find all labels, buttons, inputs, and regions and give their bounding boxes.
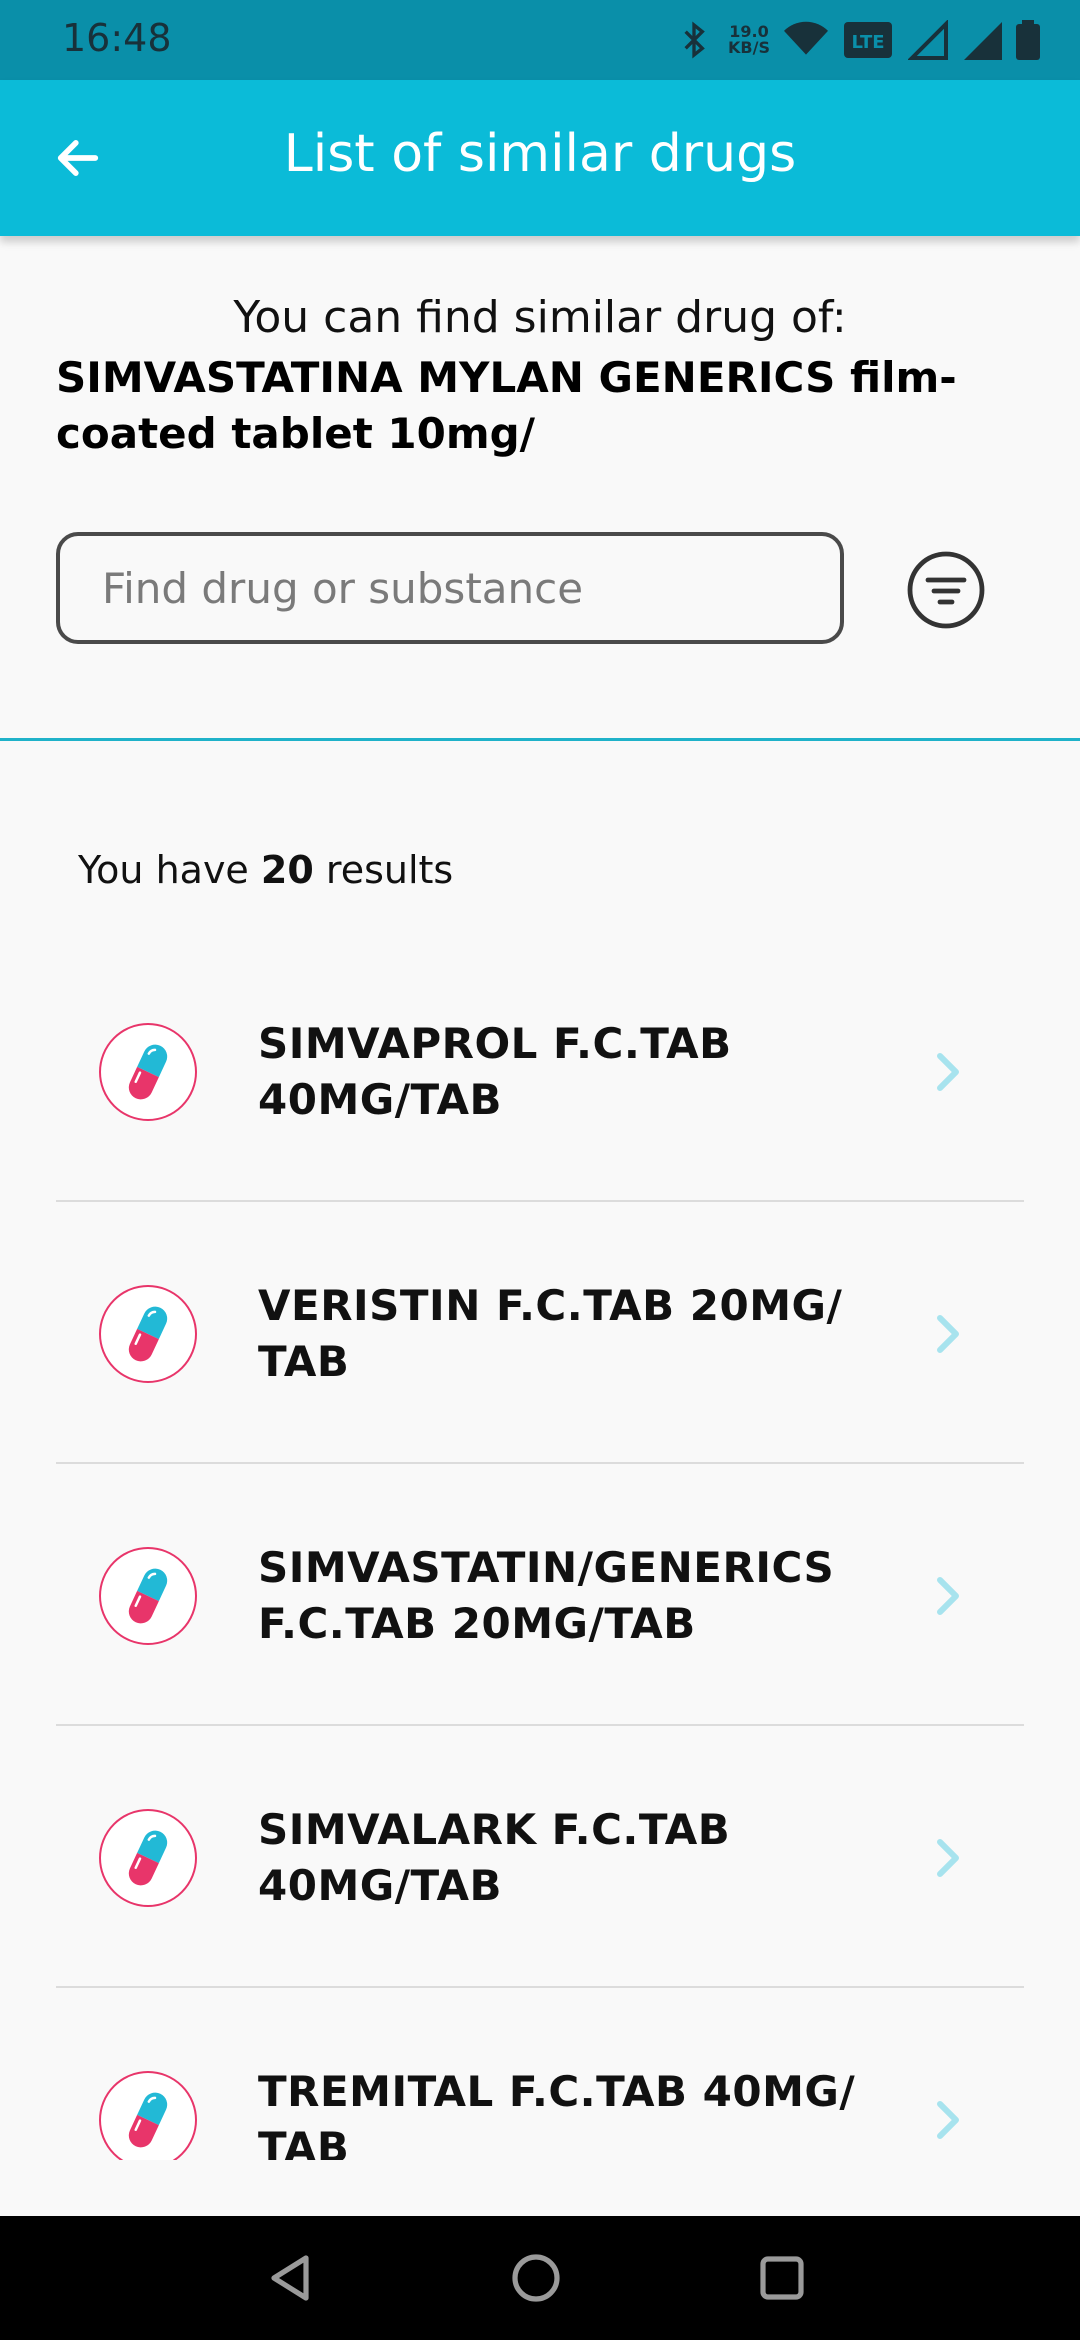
chevron-right-icon [937,1053,959,1091]
bluetooth-icon [674,20,714,60]
search-input[interactable] [100,562,804,614]
network-speed: 19.0 KB/S [728,24,770,56]
list-item[interactable]: VERISTIN F.C.TAB 20MG/ TAB [56,1202,1024,1464]
chevron-right-icon [937,1315,959,1353]
filter-icon [907,551,985,629]
volte-icon: LTE [842,20,894,60]
signal-icon [962,20,1002,60]
chevron-right-icon [937,2101,959,2139]
pill-icon [99,1809,197,1907]
filter-button[interactable] [906,550,986,630]
drug-name: TREMITAL F.C.TAB 40MG/ TAB [258,2067,856,2160]
reference-drug-name: SIMVASTATINA MYLAN GENERICS film-coated … [56,353,957,458]
chevron-right-icon [937,1577,959,1615]
back-triangle-icon [271,2255,309,2301]
drug-name: SIMVASTATIN/GENERICS F.C.TAB 20MG/TAB [258,1543,835,1648]
nav-recents-button[interactable] [750,2246,814,2310]
list-item[interactable]: SIMVASTATIN/GENERICS F.C.TAB 20MG/TAB [56,1464,1024,1726]
results-count: You have 20 results [78,848,453,892]
drug-name: VERISTIN F.C.TAB 20MG/ TAB [258,1281,843,1386]
pill-icon [99,2071,197,2160]
system-nav-bar [0,2216,1080,2340]
pill-icon [99,1547,197,1645]
signal-icon [908,20,948,60]
net-speed-unit: KB/S [728,38,770,57]
status-bar: 16:48 19.0 KB/S LTE [0,0,1080,80]
status-time: 16:48 [62,16,172,60]
page-title: List of similar drugs [283,124,797,184]
results-prefix: You have [78,848,249,892]
list-item[interactable]: SIMVAPROL F.C.TAB 40MG/TAB [56,940,1024,1202]
chevron-right-icon [937,1839,959,1877]
nav-home-button[interactable] [504,2246,568,2310]
pill-icon [99,1023,197,1121]
pill-icon [99,1285,197,1383]
status-icons: 19.0 KB/S LTE [674,16,1040,64]
header-divider [0,738,1080,741]
list-item[interactable]: SIMVALARK F.C.TAB 40MG/TAB [56,1726,1024,1988]
intro-text: You can find similar drug of: [233,292,847,343]
drug-list: SIMVAPROL F.C.TAB 40MG/TAB VERISTIN F.C.… [56,940,1024,2160]
app-bar: List of similar drugs [0,80,1080,236]
nav-back-button[interactable] [258,2246,322,2310]
results-number: 20 [260,848,314,892]
home-circle-icon [512,2254,560,2302]
drug-name: SIMVALARK F.C.TAB 40MG/TAB [258,1805,731,1910]
wifi-icon [784,20,828,60]
search-box[interactable] [56,532,844,644]
recents-square-icon [760,2256,804,2300]
svg-text:LTE: LTE [851,32,884,53]
results-suffix: results [325,848,454,892]
screen: 16:48 19.0 KB/S LTE List of similar drug… [0,0,1080,2340]
drug-name: SIMVAPROL F.C.TAB 40MG/TAB [258,1019,732,1124]
list-item[interactable]: TREMITAL F.C.TAB 40MG/ TAB [56,1988,1024,2160]
battery-icon [1016,20,1040,60]
